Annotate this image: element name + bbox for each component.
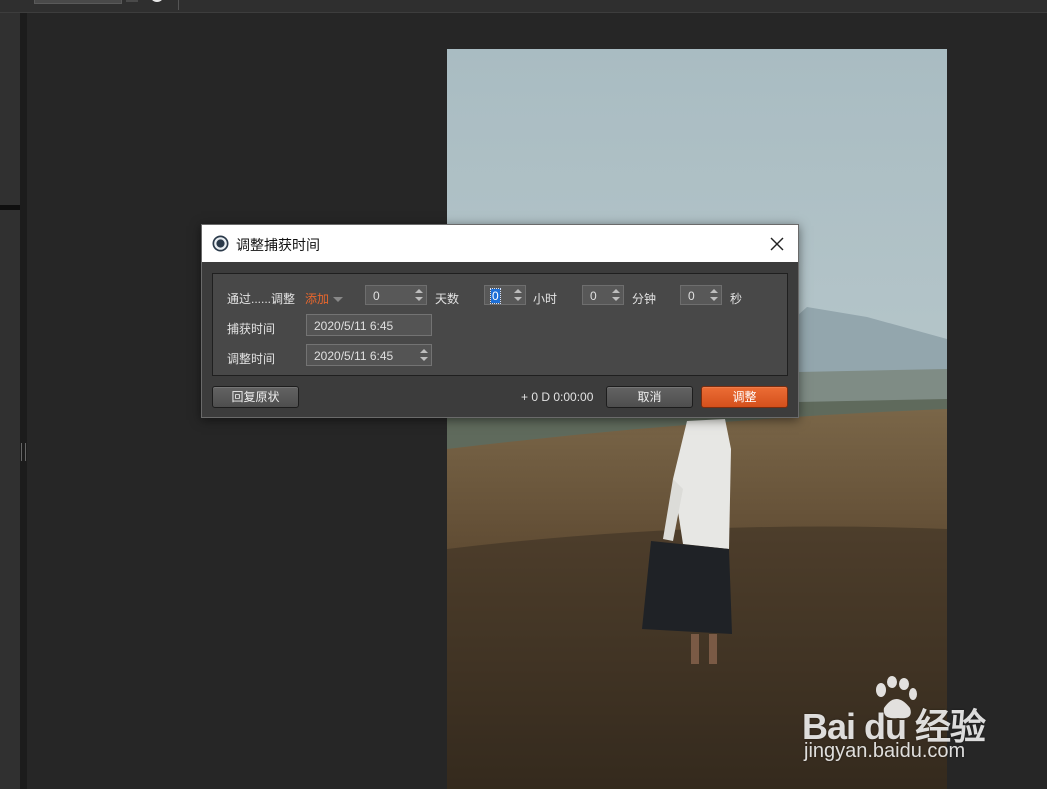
close-icon[interactable] [762, 230, 792, 257]
adjust-capture-time-dialog: 调整捕获时间 通过......调整 添加 0 天数 0 小时 0 分钟 0 秒 … [201, 224, 799, 418]
dialog-title: 调整捕获时间 [236, 237, 320, 253]
time-adjust-group: 通过......调整 添加 0 天数 0 小时 0 分钟 0 秒 捕获时间 20… [212, 273, 788, 376]
adjusted-time-stepper[interactable]: 2020/5/11 6:45 [306, 344, 432, 366]
minutes-stepper[interactable]: 0 [582, 285, 624, 305]
baidu-watermark: Bai du 经验 jingyan.baidu.com [802, 676, 1002, 771]
spin-up-icon[interactable] [420, 349, 428, 353]
toolbar-field[interactable] [34, 0, 122, 4]
spin-up-icon[interactable] [514, 289, 522, 293]
hours-value: 0 [490, 288, 501, 304]
adjust-by-label: 通过......调整 [227, 292, 296, 306]
spin-up-icon[interactable] [612, 289, 620, 293]
days-stepper[interactable]: 0 [365, 285, 427, 305]
offset-summary: + 0 D 0:00:00 [521, 390, 594, 404]
adjust-mode-value: 添加 [305, 292, 330, 306]
toolbar-button[interactable] [126, 0, 138, 2]
minutes-value: 0 [590, 289, 597, 303]
spin-up-icon[interactable] [415, 289, 423, 293]
capture-time-label: 捕获时间 [227, 322, 276, 336]
app-logo-icon [212, 235, 229, 252]
watermark-url: jingyan.baidu.com [804, 740, 966, 762]
adjusted-time-value: 2020/5/11 6:45 [314, 349, 394, 363]
capture-time-value: 2020/5/11 6:45 [314, 319, 394, 333]
app-toolbar [0, 0, 1047, 13]
spin-down-icon[interactable] [612, 297, 620, 301]
spin-down-icon[interactable] [710, 297, 718, 301]
seconds-unit-label: 秒 [730, 292, 743, 306]
left-panel [0, 13, 20, 789]
panel-divider [0, 205, 20, 210]
minutes-unit-label: 分钟 [632, 292, 657, 306]
seconds-value: 0 [688, 289, 695, 303]
reset-button[interactable]: 回复原状 [212, 386, 299, 408]
spin-up-icon[interactable] [710, 289, 718, 293]
toolbar-divider [178, 0, 179, 10]
adjust-mode-dropdown[interactable]: 添加 [305, 290, 344, 307]
splitter-grip-icon[interactable] [21, 443, 26, 461]
spin-down-icon[interactable] [514, 297, 522, 301]
spin-down-icon[interactable] [415, 297, 423, 301]
days-value: 0 [373, 289, 380, 303]
dropdown-caret-icon [333, 297, 344, 303]
days-unit-label: 天数 [435, 292, 460, 306]
toolbar-toggle-icon[interactable] [150, 0, 164, 2]
seconds-stepper[interactable]: 0 [680, 285, 722, 305]
spin-down-icon[interactable] [420, 357, 428, 361]
hours-stepper[interactable]: 0 [484, 285, 526, 305]
adjust-button[interactable]: 调整 [701, 386, 788, 408]
hours-unit-label: 小时 [533, 292, 558, 306]
cancel-button[interactable]: 取消 [606, 386, 693, 408]
capture-time-field: 2020/5/11 6:45 [306, 314, 432, 336]
adjusted-time-label: 调整时间 [227, 352, 276, 366]
panel-splitter[interactable] [20, 13, 27, 789]
dialog-titlebar[interactable]: 调整捕获时间 [202, 225, 798, 262]
